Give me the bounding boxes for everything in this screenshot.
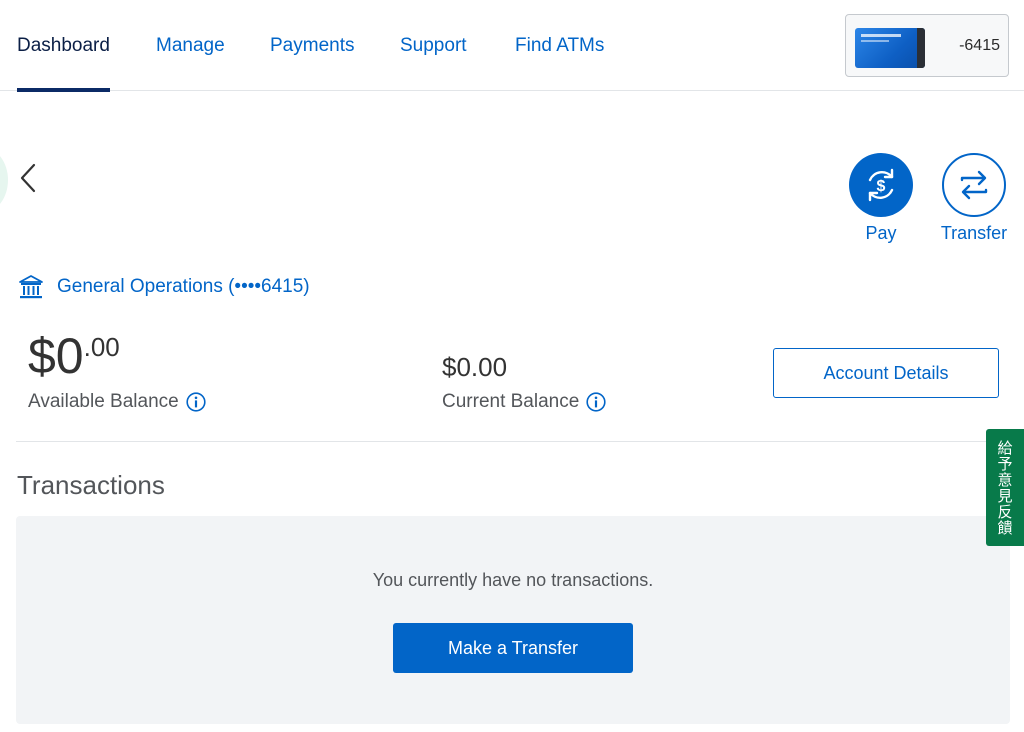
pay-dollar-cycle-icon: $ (868, 168, 894, 202)
tab-dashboard[interactable]: Dashboard (17, 0, 110, 92)
divider (16, 441, 1008, 442)
pay-action[interactable]: $ Pay (841, 153, 921, 244)
current-balance-label: Current Balance (442, 391, 580, 412)
account-link[interactable]: General Operations (••••6415) (18, 272, 310, 302)
tab-find-atms[interactable]: Find ATMs (515, 0, 604, 91)
top-nav: Dashboard Manage Payments Support Find A… (0, 0, 1024, 92)
available-balance-cents: .00 (83, 332, 120, 362)
empty-transactions-message: You currently have no transactions. (372, 570, 654, 590)
pay-label: Pay (865, 223, 897, 243)
transfer-button[interactable] (942, 153, 1006, 217)
card-last4: -6415 (959, 37, 1000, 54)
transfer-action[interactable]: Transfer (934, 153, 1014, 244)
chevron-left-icon (20, 163, 36, 193)
account-details-button[interactable]: Account Details (773, 348, 999, 398)
transfer-label: Transfer (940, 223, 1008, 243)
info-icon[interactable] (186, 392, 206, 412)
tab-payments[interactable]: Payments (270, 0, 354, 91)
transfer-arrows-icon (960, 170, 988, 200)
tab-manage[interactable]: Manage (156, 0, 225, 91)
available-balance-amount: $0.00 (28, 328, 120, 384)
bank-icon (19, 275, 43, 299)
decorative-bubble (0, 148, 8, 212)
account-name[interactable]: General Operations (••••6415) (57, 276, 310, 298)
info-icon[interactable] (586, 392, 606, 412)
transactions-panel: You currently have no transactions. Make… (16, 516, 1010, 724)
available-balance-whole: $0 (28, 328, 84, 384)
available-balance-label-row: Available Balance (28, 389, 206, 415)
feedback-label: 給予意見反饋 (995, 439, 1014, 536)
pay-button[interactable]: $ (849, 153, 913, 217)
amex-card-icon (855, 28, 925, 68)
make-transfer-button[interactable]: Make a Transfer (393, 623, 633, 673)
transactions-heading: Transactions (17, 470, 165, 500)
back-button[interactable] (16, 160, 42, 196)
tab-support[interactable]: Support (400, 0, 467, 91)
current-balance-label-row: Current Balance (442, 389, 606, 415)
current-balance-amount: $0.00 (442, 352, 508, 382)
available-balance-label: Available Balance (28, 391, 179, 412)
page: Dashboard Manage Payments Support Find A… (0, 0, 1024, 732)
svg-text:$: $ (877, 178, 886, 195)
feedback-tab[interactable]: 給予意見反饋 (986, 429, 1024, 546)
card-switcher[interactable]: -6415 (845, 14, 1009, 77)
